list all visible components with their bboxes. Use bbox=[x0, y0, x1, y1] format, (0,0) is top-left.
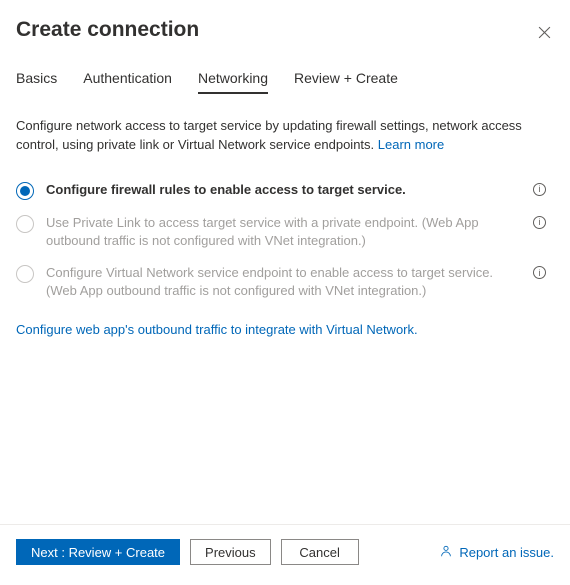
close-button[interactable] bbox=[534, 22, 554, 42]
tab-bar: Basics Authentication Networking Review … bbox=[16, 70, 554, 95]
learn-more-link[interactable]: Learn more bbox=[378, 137, 444, 152]
tab-review-create[interactable]: Review + Create bbox=[294, 70, 398, 94]
report-issue-label: Report an issue. bbox=[459, 545, 554, 560]
radio-firewall[interactable] bbox=[16, 182, 34, 200]
info-icon[interactable]: i bbox=[533, 183, 546, 196]
radio-private-link bbox=[16, 215, 34, 233]
info-icon[interactable]: i bbox=[533, 216, 546, 229]
tab-basics[interactable]: Basics bbox=[16, 70, 57, 94]
page-title: Create connection bbox=[16, 18, 199, 42]
option-private-link: Use Private Link to access target servic… bbox=[16, 214, 554, 250]
close-icon bbox=[538, 26, 551, 39]
footer-bar: Next : Review + Create Previous Cancel R… bbox=[0, 524, 570, 585]
cancel-button[interactable]: Cancel bbox=[281, 539, 359, 565]
next-button[interactable]: Next : Review + Create bbox=[16, 539, 180, 565]
description-text: Configure network access to target servi… bbox=[16, 118, 522, 152]
option-firewall-label: Configure firewall rules to enable acces… bbox=[46, 181, 527, 199]
option-vnet-endpoint: Configure Virtual Network service endpoi… bbox=[16, 264, 554, 300]
configure-outbound-link[interactable]: Configure web app's outbound traffic to … bbox=[16, 322, 418, 337]
info-icon[interactable]: i bbox=[533, 266, 546, 279]
option-vnet-endpoint-label: Configure Virtual Network service endpoi… bbox=[46, 264, 521, 300]
report-issue-link[interactable]: Report an issue. bbox=[439, 544, 554, 561]
option-firewall[interactable]: Configure firewall rules to enable acces… bbox=[16, 181, 554, 200]
tab-authentication[interactable]: Authentication bbox=[83, 70, 172, 94]
previous-button[interactable]: Previous bbox=[190, 539, 271, 565]
radio-vnet-endpoint bbox=[16, 265, 34, 283]
person-icon bbox=[439, 544, 453, 561]
networking-options: Configure firewall rules to enable acces… bbox=[16, 181, 554, 301]
tab-networking[interactable]: Networking bbox=[198, 70, 268, 94]
option-private-link-label: Use Private Link to access target servic… bbox=[46, 214, 521, 250]
description-block: Configure network access to target servi… bbox=[16, 117, 554, 155]
